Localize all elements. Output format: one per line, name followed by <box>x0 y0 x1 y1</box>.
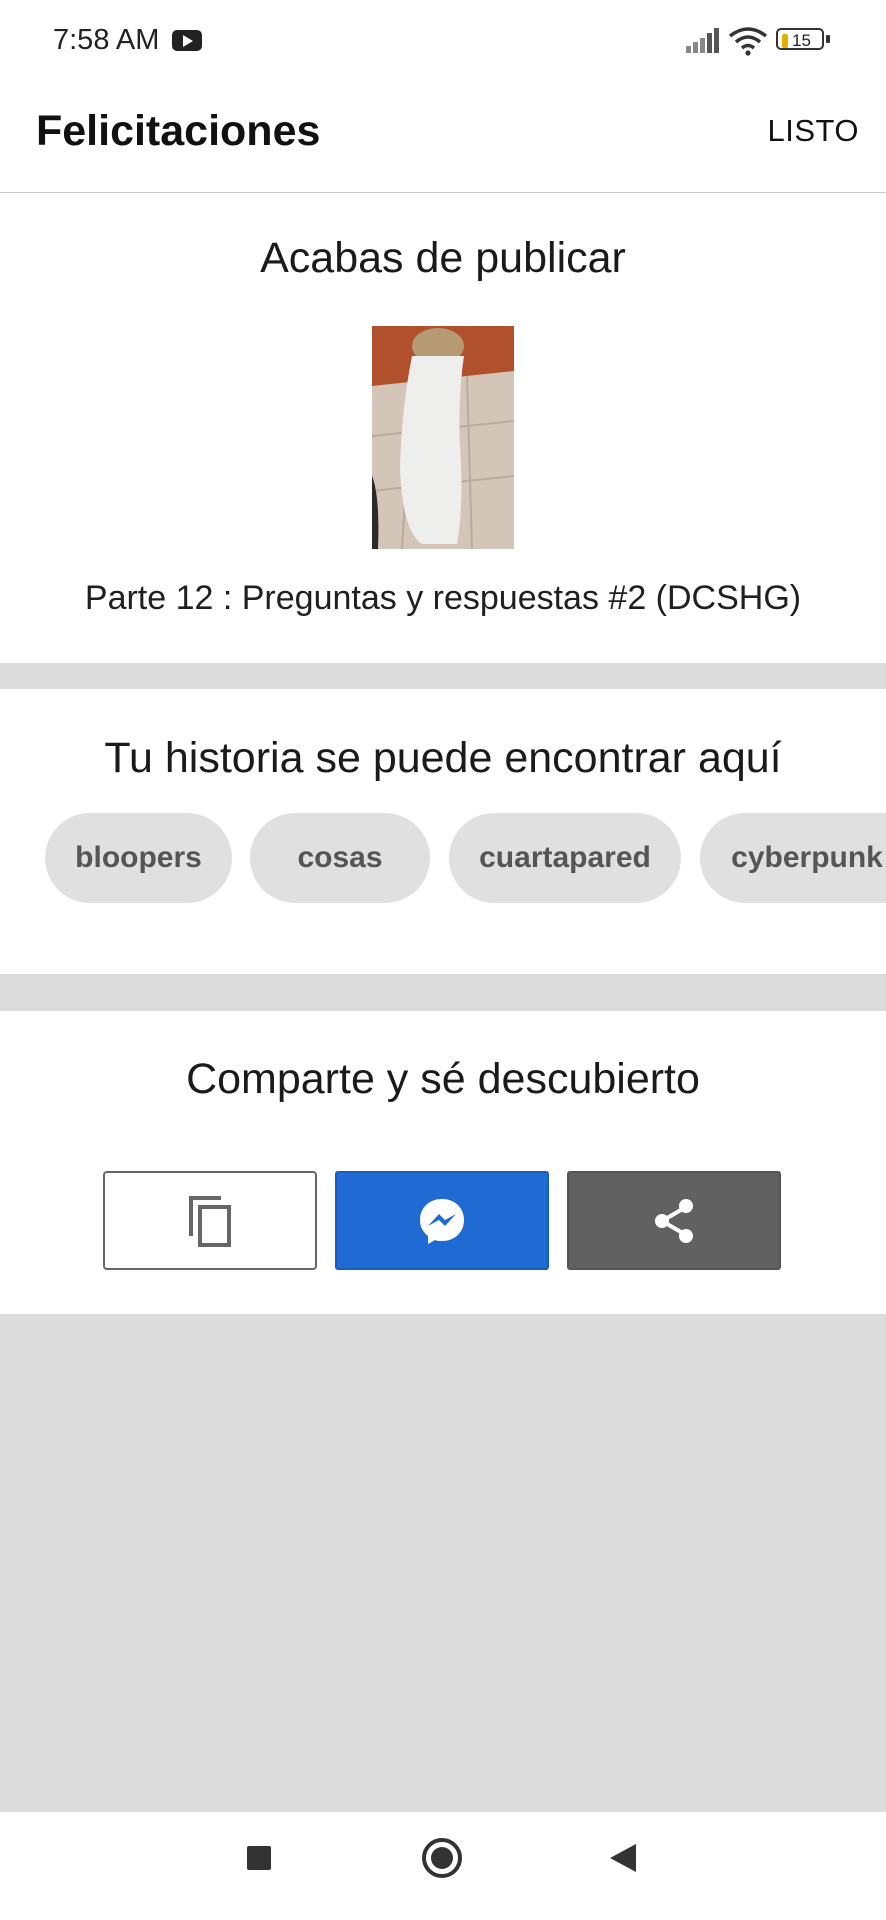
tag-chip-cyberpunk[interactable]: cyberpunk <box>700 813 886 903</box>
tags-heading: Tu historia se puede encontrar aquí <box>104 734 782 782</box>
story-title: Parte 12 : Preguntas y respuestas #2 (DC… <box>84 579 802 617</box>
recents-square-icon[interactable] <box>245 1844 273 1872</box>
battery-level: 15 <box>792 31 811 50</box>
tag-chip-cuartapared[interactable]: cuartapared <box>449 813 681 903</box>
status-bar: 7:58 AM 15 <box>0 0 886 80</box>
tags-section: Tu historia se puede encontrar aquí bloo… <box>0 689 886 974</box>
app-bar: Felicitaciones LISTO <box>0 80 886 192</box>
status-time: 7:58 AM <box>53 24 160 56</box>
messenger-icon <box>420 1198 464 1244</box>
share-icon <box>655 1198 693 1243</box>
published-section: Acabas de publicar Parte 12 : Preguntas … <box>0 193 886 663</box>
share-section: Comparte y sé descubierto <box>0 1011 886 1314</box>
tag-chip-cosas[interactable]: cosas <box>250 813 430 903</box>
wifi-icon <box>728 27 768 56</box>
battery-icon: 15 <box>776 28 832 54</box>
published-heading: Acabas de publicar <box>260 234 626 282</box>
copy-link-button[interactable] <box>103 1171 317 1270</box>
back-triangle-icon[interactable] <box>608 1842 638 1874</box>
page-title: Felicitaciones <box>36 107 321 155</box>
messenger-share-button[interactable] <box>335 1171 549 1270</box>
done-button[interactable]: LISTO <box>767 113 859 149</box>
youtube-icon <box>172 30 202 51</box>
share-heading: Comparte y sé descubierto <box>186 1055 700 1103</box>
copy-icon <box>189 1195 231 1247</box>
home-circle-icon[interactable] <box>420 1836 464 1880</box>
tag-chip-bloopers[interactable]: bloopers <box>45 813 232 903</box>
system-nav-bar <box>0 1812 886 1920</box>
signal-icon <box>686 28 719 53</box>
story-cover-image <box>372 326 514 549</box>
more-share-button[interactable] <box>567 1171 781 1270</box>
